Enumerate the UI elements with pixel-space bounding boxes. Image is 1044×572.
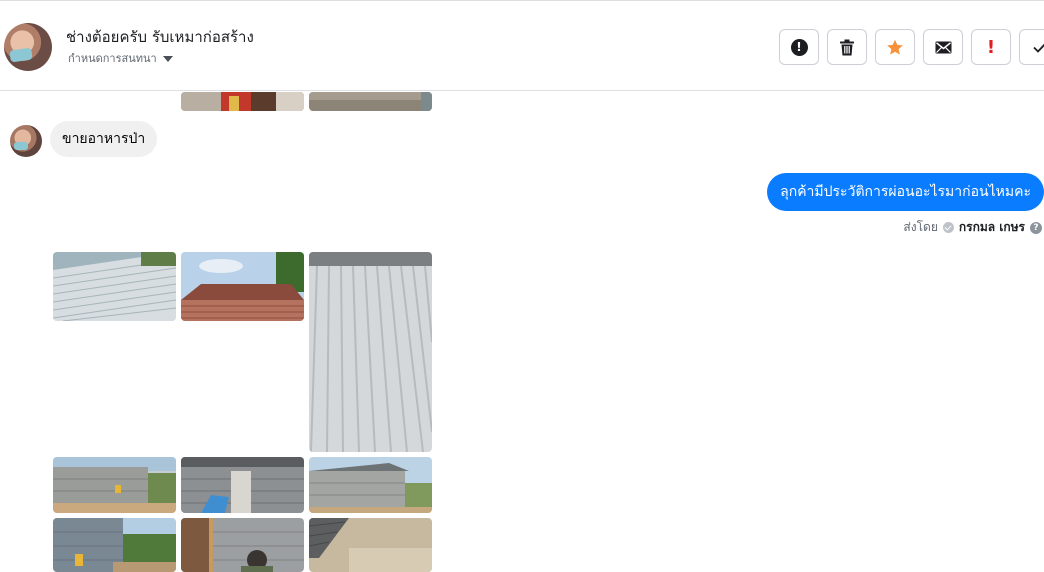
photo-attachment[interactable] [181, 457, 304, 513]
conversation-title[interactable]: ช่างต้อยครับ รับเหมาก่อสร้าง [66, 25, 254, 49]
photo-attachment[interactable] [181, 92, 304, 111]
photo-attachment[interactable] [53, 457, 176, 513]
outgoing-message[interactable]: ลุกค้ามีประวัติการผ่อนอะไรมาก่อนไหมคะ [767, 173, 1044, 211]
conversation-header: ช่างต้อยครับ รับเหมาก่อสร้าง กำหนดการสนท… [0, 3, 1044, 91]
photo-attachment[interactable] [181, 518, 304, 572]
mark-unread-button[interactable] [923, 29, 963, 65]
messenger-conversation: ช่างต้อยครับ รับเหมาก่อสร้าง กำหนดการสนท… [0, 0, 1044, 572]
photo-attachment[interactable] [53, 252, 176, 321]
photo-attachment[interactable] [181, 252, 304, 321]
report-icon: ! [790, 38, 808, 56]
sent-by-label: ส่งโดย [903, 220, 938, 234]
photo-attachment[interactable] [309, 252, 432, 452]
contact-avatar[interactable] [4, 23, 52, 71]
star-icon [887, 39, 903, 55]
caret-down-icon [162, 55, 173, 62]
conversation-subtitle: กำหนดการสนทนา [68, 52, 157, 65]
photo-attachment[interactable] [53, 518, 176, 572]
trash-icon [840, 39, 854, 55]
sent-by-info: ส่งโดย กรกมล เกษร ? [903, 218, 1042, 237]
conversation-subtitle-dropdown[interactable]: กำหนดการสนทนา [68, 49, 173, 67]
help-icon[interactable]: ? [1030, 221, 1042, 234]
sender-avatar[interactable] [10, 125, 42, 157]
star-button[interactable] [875, 29, 915, 65]
check-icon [1032, 42, 1044, 53]
photo-attachment[interactable] [309, 457, 432, 513]
important-icon: ! [986, 36, 996, 58]
mark-done-button[interactable] [1019, 29, 1044, 65]
mail-icon [935, 41, 951, 53]
sent-by-name[interactable]: กรกมล เกษร [959, 218, 1025, 237]
photo-attachment[interactable] [309, 518, 432, 572]
report-button[interactable]: ! [779, 29, 819, 65]
delete-button[interactable] [827, 29, 867, 65]
photo-attachment[interactable] [309, 92, 432, 111]
mark-important-button[interactable]: ! [971, 29, 1011, 65]
incoming-message[interactable]: ขายอาหารป่า [50, 121, 158, 157]
verified-check-icon [942, 222, 954, 233]
